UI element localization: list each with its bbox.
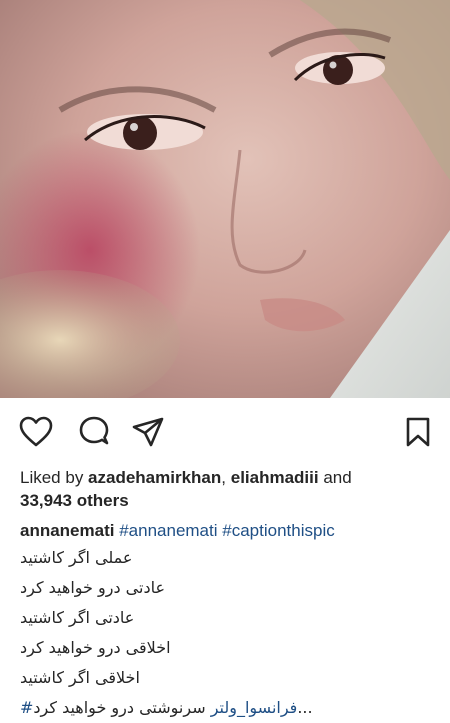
caption-line: اخلاقی درو خواهید کرد [20, 638, 171, 657]
post-action-bar [0, 398, 450, 464]
selfie-photo [0, 0, 450, 398]
share-icon[interactable] [130, 414, 166, 450]
likes-summary: Liked by azadehamirkhan, eliahmadiii and… [20, 466, 440, 512]
comment-icon[interactable] [76, 414, 112, 450]
caption-line: عادتی درو خواهید کرد [20, 578, 166, 597]
post-photo[interactable] [0, 0, 450, 398]
likes-and: and [318, 468, 352, 487]
heart-icon[interactable] [18, 414, 54, 450]
caption-body: عملی اگر کاشتید عادتی درو خواهید کرد عاد… [20, 543, 440, 723]
hashtag-captionthispic[interactable]: #captionthispic [222, 521, 334, 540]
caption-last-line: #فرانسوا_ولتر سرنوشتی درو خواهید کرد... [20, 693, 440, 723]
caption-header: annanemati #annanemati #captionthispic [20, 519, 445, 543]
liker-username-1[interactable]: azadehamirkhan [88, 468, 221, 487]
hashtag-annanemati[interactable]: #annanemati [119, 521, 217, 540]
caption-line: اخلاقی اگر کاشتید [20, 668, 140, 687]
caption-line: عادتی اگر کاشتید [20, 608, 135, 627]
likes-count[interactable]: 33,943 others [20, 491, 129, 510]
liker-username-2[interactable]: eliahmadiii [231, 468, 319, 487]
author-username[interactable]: annanemati [20, 521, 114, 540]
caption-line: عملی اگر کاشتید [20, 548, 133, 567]
bookmark-icon[interactable] [400, 414, 436, 450]
likes-prefix: Liked by [20, 468, 89, 487]
likes-separator: , [221, 468, 231, 487]
